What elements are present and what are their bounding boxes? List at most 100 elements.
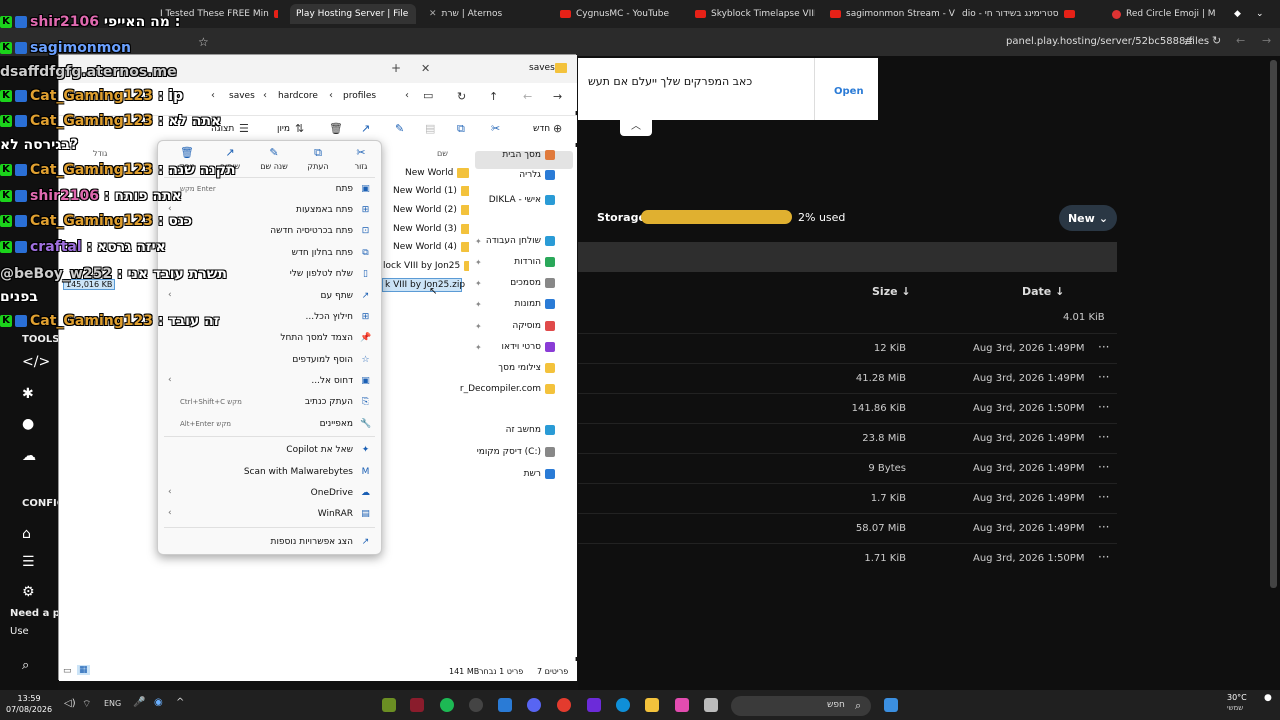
- context-menu-item[interactable]: ☆ הוסף למועדפים: [158, 351, 381, 371]
- more-options-icon[interactable]: ···: [1098, 430, 1109, 444]
- app-icon[interactable]: [498, 698, 512, 712]
- file-row[interactable]: 141.86 KiB Aug 3rd, 2026 1:50PM ···: [578, 393, 1117, 423]
- code-icon[interactable]: </>: [22, 354, 50, 370]
- browser-tab[interactable]: Skyblock Timelapse VIII: [695, 4, 815, 24]
- file-row-folder[interactable]: New World (2): [393, 205, 473, 215]
- sidebar-item[interactable]: מסמכים: [510, 278, 555, 288]
- cut-icon[interactable]: ✂: [491, 122, 500, 135]
- sidebar-item[interactable]: גלריה: [519, 170, 555, 180]
- context-menu-item[interactable]: ⎘ העתק כנתיב Ctrl+Shift+C מקש: [158, 393, 381, 413]
- notification-open-button[interactable]: Open: [834, 86, 864, 97]
- sort-icon[interactable]: ⇅: [295, 122, 304, 135]
- chevron-up-icon[interactable]: ^: [176, 697, 184, 708]
- sidebar-item[interactable]: הורדות: [514, 257, 555, 267]
- display-icon[interactable]: ▭: [423, 89, 433, 102]
- twitch-icon[interactable]: [587, 698, 601, 712]
- context-menu-item[interactable]: ▣ דחוס אל... ‹: [158, 372, 381, 392]
- tab-list-icon[interactable]: ⌄: [1256, 4, 1272, 24]
- context-menu-item[interactable]: ✦ שאל את Copilot: [158, 441, 381, 461]
- sidebar-item[interactable]: r_Decompiler.com: [460, 384, 555, 394]
- notification-icon[interactable]: ●: [1264, 693, 1272, 703]
- edge-icon[interactable]: [616, 698, 630, 712]
- more-options-icon[interactable]: ···: [1098, 340, 1109, 354]
- forward-icon[interactable]: →: [1262, 34, 1271, 47]
- breadcrumb-hardcore[interactable]: hardcore: [278, 91, 318, 101]
- file-row-folder[interactable]: New World (1): [393, 186, 473, 196]
- page-scrollbar[interactable]: [1270, 60, 1277, 588]
- browser-tab-active[interactable]: Play Hosting Server | File✕: [290, 4, 416, 24]
- minecraft-icon[interactable]: [382, 698, 396, 712]
- browser-tab[interactable]: ✕ שרת | Aternos: [425, 4, 545, 24]
- sidebar-item[interactable]: DIKLA - אישי: [489, 195, 555, 205]
- network-icon[interactable]: ⌂: [22, 526, 31, 542]
- copy-icon[interactable]: ⧉: [457, 122, 465, 136]
- browser-tab[interactable]: dio - סטרימינג בשידור חי: [962, 4, 1102, 24]
- column-header-size[interactable]: Size ↓: [872, 285, 911, 298]
- file-row[interactable]: 1.71 KiB Aug 3rd, 2026 1:50PM ···: [578, 543, 1117, 573]
- sidebar-item[interactable]: רשת: [524, 469, 555, 479]
- back-icon[interactable]: →: [553, 90, 562, 103]
- mic-icon[interactable]: 🎤: [133, 697, 145, 708]
- more-options-icon[interactable]: ···: [1098, 370, 1109, 384]
- settings-gear-icon[interactable]: ⚙: [22, 584, 35, 600]
- sidebar-item[interactable]: צילומי מסך: [498, 363, 555, 373]
- file-row-folder[interactable]: lock VIII by Jon25: [383, 261, 477, 271]
- rename-icon[interactable]: ✎: [395, 122, 404, 135]
- breadcrumb-profiles[interactable]: profiles: [343, 91, 376, 101]
- discord-icon[interactable]: [527, 698, 541, 712]
- sort-button[interactable]: מיון: [277, 124, 290, 134]
- file-row-folder[interactable]: New World (4): [393, 242, 473, 252]
- sidebar-item[interactable]: דיסק מקומי (C:): [477, 447, 555, 457]
- new-plus-icon[interactable]: ⊕: [553, 122, 562, 135]
- close-tab-icon[interactable]: ✕: [421, 62, 430, 75]
- camera-icon[interactable]: ◉: [154, 697, 163, 708]
- taskbar-search-box[interactable]: חפש ⌕: [731, 696, 871, 716]
- url-field[interactable]: panel.play.hosting/server/52bc5888/files: [1006, 36, 1209, 47]
- up-icon[interactable]: ↑: [489, 90, 498, 103]
- paste-icon[interactable]: ▤: [425, 122, 435, 135]
- sidebar-item[interactable]: מסך הבית: [502, 150, 555, 160]
- sidebar-item[interactable]: תמונות: [515, 299, 555, 309]
- file-row[interactable]: 41.28 MiB Aug 3rd, 2026 1:49PM ···: [578, 363, 1117, 393]
- more-options-icon[interactable]: ···: [1098, 520, 1109, 534]
- reader-icon[interactable]: ≡: [1184, 35, 1193, 48]
- search-icon[interactable]: ⌕: [22, 658, 29, 673]
- file-row[interactable]: 1.7 KiB Aug 3rd, 2026 1:49PM ···: [578, 483, 1117, 513]
- column-header-size[interactable]: גודל: [93, 149, 107, 158]
- browser-tab[interactable]: sagimonmon Stream - Vi: [830, 4, 955, 24]
- copilot-icon[interactable]: [675, 698, 689, 712]
- app-icon[interactable]: [704, 698, 718, 712]
- file-row-folder[interactable]: New World: [405, 168, 470, 178]
- favorite-star-icon[interactable]: ☆: [198, 35, 209, 49]
- back-icon[interactable]: ←: [1236, 34, 1245, 47]
- browser-tab[interactable]: Red Circle Emoji | M: [1112, 4, 1222, 24]
- windows-start-icon[interactable]: [884, 698, 898, 712]
- file-row[interactable]: 9 Bytes Aug 3rd, 2026 1:49PM ···: [578, 453, 1117, 483]
- puzzle-icon[interactable]: ✱: [22, 386, 34, 402]
- users-icon[interactable]: ●: [22, 416, 34, 432]
- spotify-icon[interactable]: [440, 698, 454, 712]
- file-explorer-icon[interactable]: [645, 698, 659, 712]
- context-menu-item[interactable]: 🔧 מאפיינים Alt+Enter מקש: [158, 415, 381, 435]
- context-menu-item[interactable]: ⧉ פתח בחלון חדש: [158, 244, 381, 264]
- new-file-button[interactable]: New ⌄: [1059, 205, 1117, 231]
- obs-icon[interactable]: [469, 698, 483, 712]
- new-tab-icon[interactable]: +: [391, 61, 401, 75]
- clock[interactable]: 13:59 07/08/2026: [6, 693, 52, 715]
- reload-icon[interactable]: ↻: [1212, 34, 1221, 47]
- volume-icon[interactable]: ◁): [64, 698, 76, 709]
- weather-temp[interactable]: 30°C: [1227, 693, 1247, 702]
- share-icon[interactable]: ↗: [361, 122, 370, 135]
- file-row[interactable]: 58.07 MiB Aug 3rd, 2026 1:49PM ···: [578, 513, 1117, 543]
- context-menu-item[interactable]: ☁ OneDrive ‹: [158, 484, 381, 504]
- startup-icon[interactable]: ☰: [22, 554, 35, 570]
- wifi-icon[interactable]: ⌔: [82, 698, 91, 711]
- backup-icon[interactable]: ☁: [22, 448, 36, 464]
- close-icon[interactable]: ✕: [429, 9, 437, 19]
- app-icon[interactable]: [410, 698, 424, 712]
- new-button[interactable]: חדש: [533, 124, 550, 134]
- breadcrumb-saves[interactable]: saves: [229, 91, 255, 101]
- context-menu-item[interactable]: M Scan with Malwarebytes: [158, 463, 381, 483]
- file-row[interactable]: 12 KiB Aug 3rd, 2026 1:49PM ···: [578, 333, 1117, 363]
- chevron-up-icon[interactable]: ︿: [620, 120, 652, 136]
